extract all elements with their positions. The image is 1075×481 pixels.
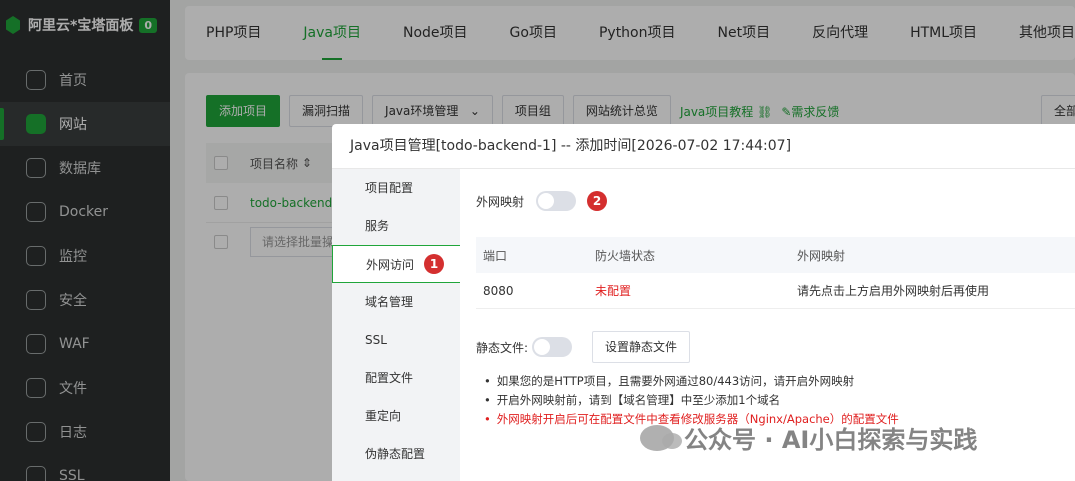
dialog-nav-rewrite[interactable]: 伪静态配置 [332, 435, 460, 473]
tip-item: 开启外网映射前，请到【域名管理】中至少添加1个域名 [484, 391, 899, 410]
dialog-nav: 项目配置 服务 外网访问 1 域名管理 SSL 配置文件 重定向 伪静态配置 [332, 169, 460, 481]
dialog-nav-service[interactable]: 服务 [332, 207, 460, 245]
dialog-nav-redirect[interactable]: 重定向 [332, 397, 460, 435]
dialog-nav-domain[interactable]: 域名管理 [332, 283, 460, 321]
mapping-toggle[interactable] [536, 191, 577, 211]
column-header-firewall: 防火墙状态 [595, 248, 656, 263]
wechat-icon [640, 424, 682, 451]
dialog-title: Java项目管理[todo-backend-1] -- 添加时间[2026-07… [332, 124, 1075, 169]
mapping-row: 外网映射 2 [476, 191, 608, 211]
mapping-hint: 请先点击上方启用外网映射后再使用 [797, 284, 990, 298]
dialog-nav-project-config[interactable]: 项目配置 [332, 169, 460, 207]
port-table: 端口 防火墙状态 外网映射 8080 未配置 请先点击上方启用外网映射后再使用 [476, 237, 1075, 309]
mapping-label: 外网映射 [476, 194, 525, 209]
watermark-text: 公众号 · AI小白探索与实践 [684, 426, 978, 454]
port-value: 8080 [483, 283, 514, 298]
dialog-nav-external-access[interactable]: 外网访问 1 [332, 245, 460, 283]
set-static-files-button[interactable]: 设置静态文件 [592, 331, 691, 363]
tip-item: 如果您的是HTTP项目，且需要外网通过80/443访问，请开启外网映射 [484, 372, 899, 391]
static-files-row: 静态文件: 设置静态文件 [476, 331, 691, 363]
step-marker-2: 2 [587, 191, 608, 211]
watermark: 公众号 · AI小白探索与实践 [640, 420, 977, 455]
dialog-nav-ssl[interactable]: SSL [332, 321, 460, 359]
dialog-nav-label: 外网访问 [366, 258, 415, 272]
table-row: 8080 未配置 请先点击上方启用外网映射后再使用 [476, 273, 1075, 309]
port-table-header: 端口 防火墙状态 外网映射 [476, 237, 1075, 273]
firewall-status: 未配置 [595, 284, 632, 298]
step-marker-1: 1 [424, 254, 444, 274]
static-files-toggle[interactable] [532, 337, 573, 357]
dialog-nav-config-file[interactable]: 配置文件 [332, 359, 460, 397]
column-header-mapping: 外网映射 [797, 248, 846, 263]
column-header-port: 端口 [483, 248, 508, 263]
static-files-label: 静态文件: [476, 340, 529, 355]
